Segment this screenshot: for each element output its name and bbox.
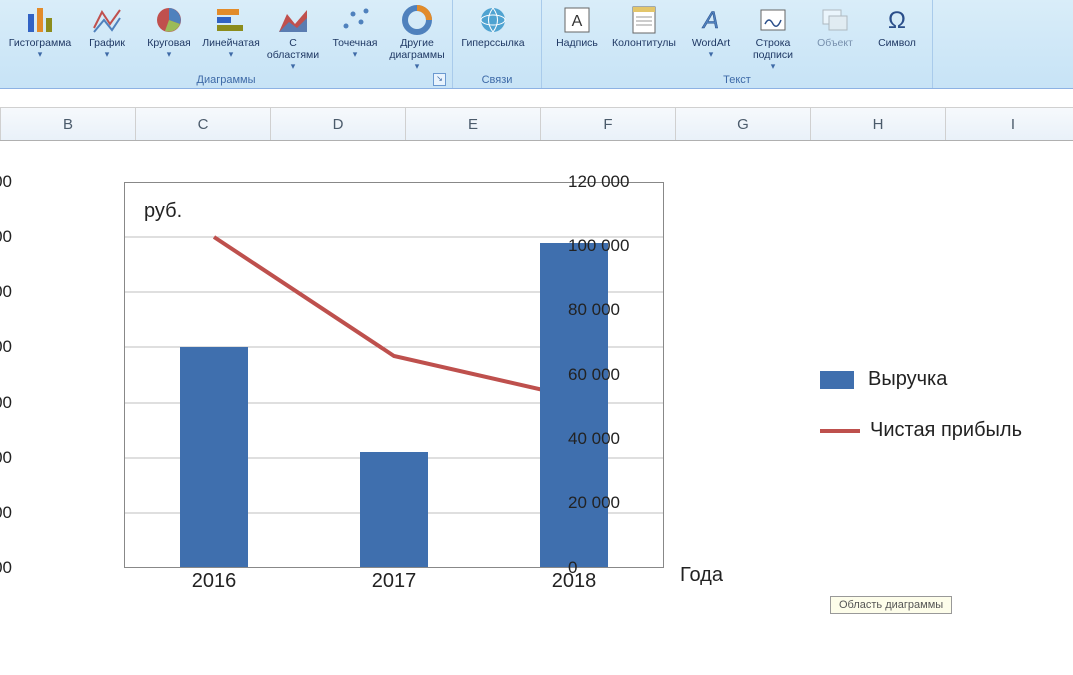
btn-other-charts[interactable]: Другие диаграммы ▾	[386, 2, 448, 74]
chevron-down-icon: ▾	[105, 49, 110, 60]
btn-header-footer[interactable]: Колонтитулы	[608, 2, 680, 74]
btn-wordart[interactable]: A WordArt ▾	[680, 2, 742, 74]
legend-item-line: Чистая прибыль	[820, 419, 1022, 442]
col-header[interactable]: H	[811, 108, 946, 140]
col-header[interactable]: B	[0, 108, 136, 140]
y-left-tick: 720 000	[0, 172, 12, 192]
y-left-tick: 660 000	[0, 337, 12, 357]
y-left-tick: 620 000	[0, 448, 12, 468]
scatter-chart-icon	[339, 4, 371, 36]
svg-text:Ω: Ω	[888, 7, 906, 34]
chevron-down-icon: ▾	[291, 61, 296, 72]
svg-text:A: A	[572, 13, 583, 30]
y-left-tick: 700 000	[0, 227, 12, 247]
chevron-down-icon: ▾	[38, 49, 43, 60]
col-header[interactable]: E	[406, 108, 541, 140]
pie-chart-icon	[153, 4, 185, 36]
chevron-down-icon: ▾	[415, 61, 420, 72]
btn-symbol[interactable]: Ω Символ	[866, 2, 928, 74]
unit-annotation: руб.	[144, 200, 182, 223]
col-header[interactable]: I	[946, 108, 1073, 140]
btn-histogram[interactable]: Гистограмма ▾	[4, 2, 76, 74]
y-right-tick: 40 000	[568, 429, 668, 449]
y-left-tick: 600 000	[0, 503, 12, 523]
ribbon: Гистограмма ▾ График ▾ Круговая ▾	[0, 0, 1073, 89]
group-title-links: Связи	[457, 74, 537, 87]
btn-area-chart[interactable]: С областями ▾	[262, 2, 324, 74]
chart-area[interactable]: 580 000 600 000 620 000 640 000 660 000 …	[20, 168, 1060, 658]
btn-pie-chart[interactable]: Круговая ▾	[138, 2, 200, 74]
y-left-tick: 680 000	[0, 282, 12, 302]
x-tick: 2016	[192, 570, 237, 593]
hyperlink-icon	[477, 4, 509, 36]
wordart-icon: A	[695, 4, 727, 36]
line-chart-icon	[91, 4, 123, 36]
hbar-chart-icon	[215, 4, 247, 36]
chevron-down-icon: ▾	[353, 49, 358, 60]
chevron-down-icon: ▾	[229, 49, 234, 60]
x-tick: 2017	[372, 570, 417, 593]
btn-hbar-chart[interactable]: Линейчатая ▾	[200, 2, 262, 74]
btn-hyperlink[interactable]: Гиперссылка	[457, 2, 529, 74]
y-right-tick: 80 000	[568, 300, 668, 320]
y-left-tick: 640 000	[0, 393, 12, 413]
y-right-tick: 20 000	[568, 493, 668, 513]
col-header[interactable]: G	[676, 108, 811, 140]
dialog-launcher-icon[interactable]: ↘	[433, 73, 446, 86]
x-tick: 2018	[552, 570, 597, 593]
bar-chart-icon	[24, 4, 56, 36]
svg-text:A: A	[701, 7, 719, 34]
col-header[interactable]: F	[541, 108, 676, 140]
y-left-tick: 580 000	[0, 558, 12, 578]
col-header[interactable]: C	[136, 108, 271, 140]
object-icon	[819, 4, 851, 36]
symbol-icon: Ω	[881, 4, 913, 36]
legend-swatch-bar	[820, 371, 854, 389]
ribbon-group-links: Гиперссылка Связи	[453, 0, 542, 88]
chart-tooltip: Область диаграммы	[830, 596, 952, 614]
group-title-text: Текст	[546, 74, 928, 87]
btn-line-chart[interactable]: График ▾	[76, 2, 138, 74]
legend-swatch-line	[820, 429, 860, 433]
textbox-icon: A	[561, 4, 593, 36]
header-footer-icon	[628, 4, 660, 36]
y-right-tick: 100 000	[568, 236, 668, 256]
other-charts-icon	[401, 4, 433, 36]
ribbon-group-charts: Гистограмма ▾ График ▾ Круговая ▾	[0, 0, 453, 88]
signature-icon	[757, 4, 789, 36]
btn-textbox[interactable]: A Надпись	[546, 2, 608, 74]
y-right-tick: 120 000	[568, 172, 668, 192]
group-title-charts: Диаграммы ↘	[4, 74, 448, 87]
chevron-down-icon: ▾	[771, 61, 776, 72]
btn-signature-line[interactable]: Строка подписи ▾	[742, 2, 804, 74]
btn-scatter-chart[interactable]: Точечная ▾	[324, 2, 386, 74]
legend-item-bar: Выручка	[820, 368, 1022, 391]
btn-object[interactable]: Объект	[804, 2, 866, 74]
area-chart-icon	[277, 4, 309, 36]
col-header[interactable]: D	[271, 108, 406, 140]
ribbon-group-text: A Надпись Колонтитулы A WordArt ▾	[542, 0, 933, 88]
chevron-down-icon: ▾	[167, 49, 172, 60]
chevron-down-icon: ▾	[709, 49, 714, 60]
column-headers: B C D E F G H I	[0, 107, 1073, 141]
legend: Выручка Чистая прибыль	[820, 368, 1022, 470]
y-right-tick: 60 000	[568, 365, 668, 385]
x-axis-title: Года	[680, 564, 723, 587]
